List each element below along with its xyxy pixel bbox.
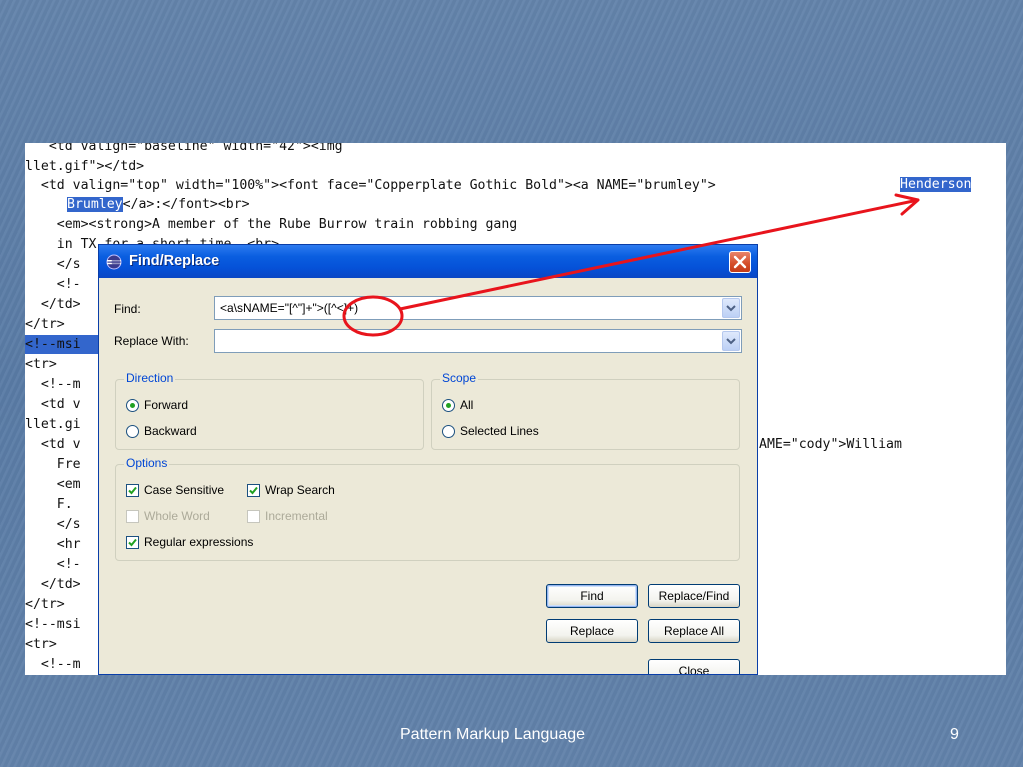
slide-page-number: 9	[950, 726, 959, 743]
annotation-overlay	[342, 193, 920, 337]
annotation-circle	[342, 295, 404, 337]
slide-footer-title: Pattern Markup Language	[400, 726, 586, 743]
annotation-arrow	[399, 198, 919, 311]
